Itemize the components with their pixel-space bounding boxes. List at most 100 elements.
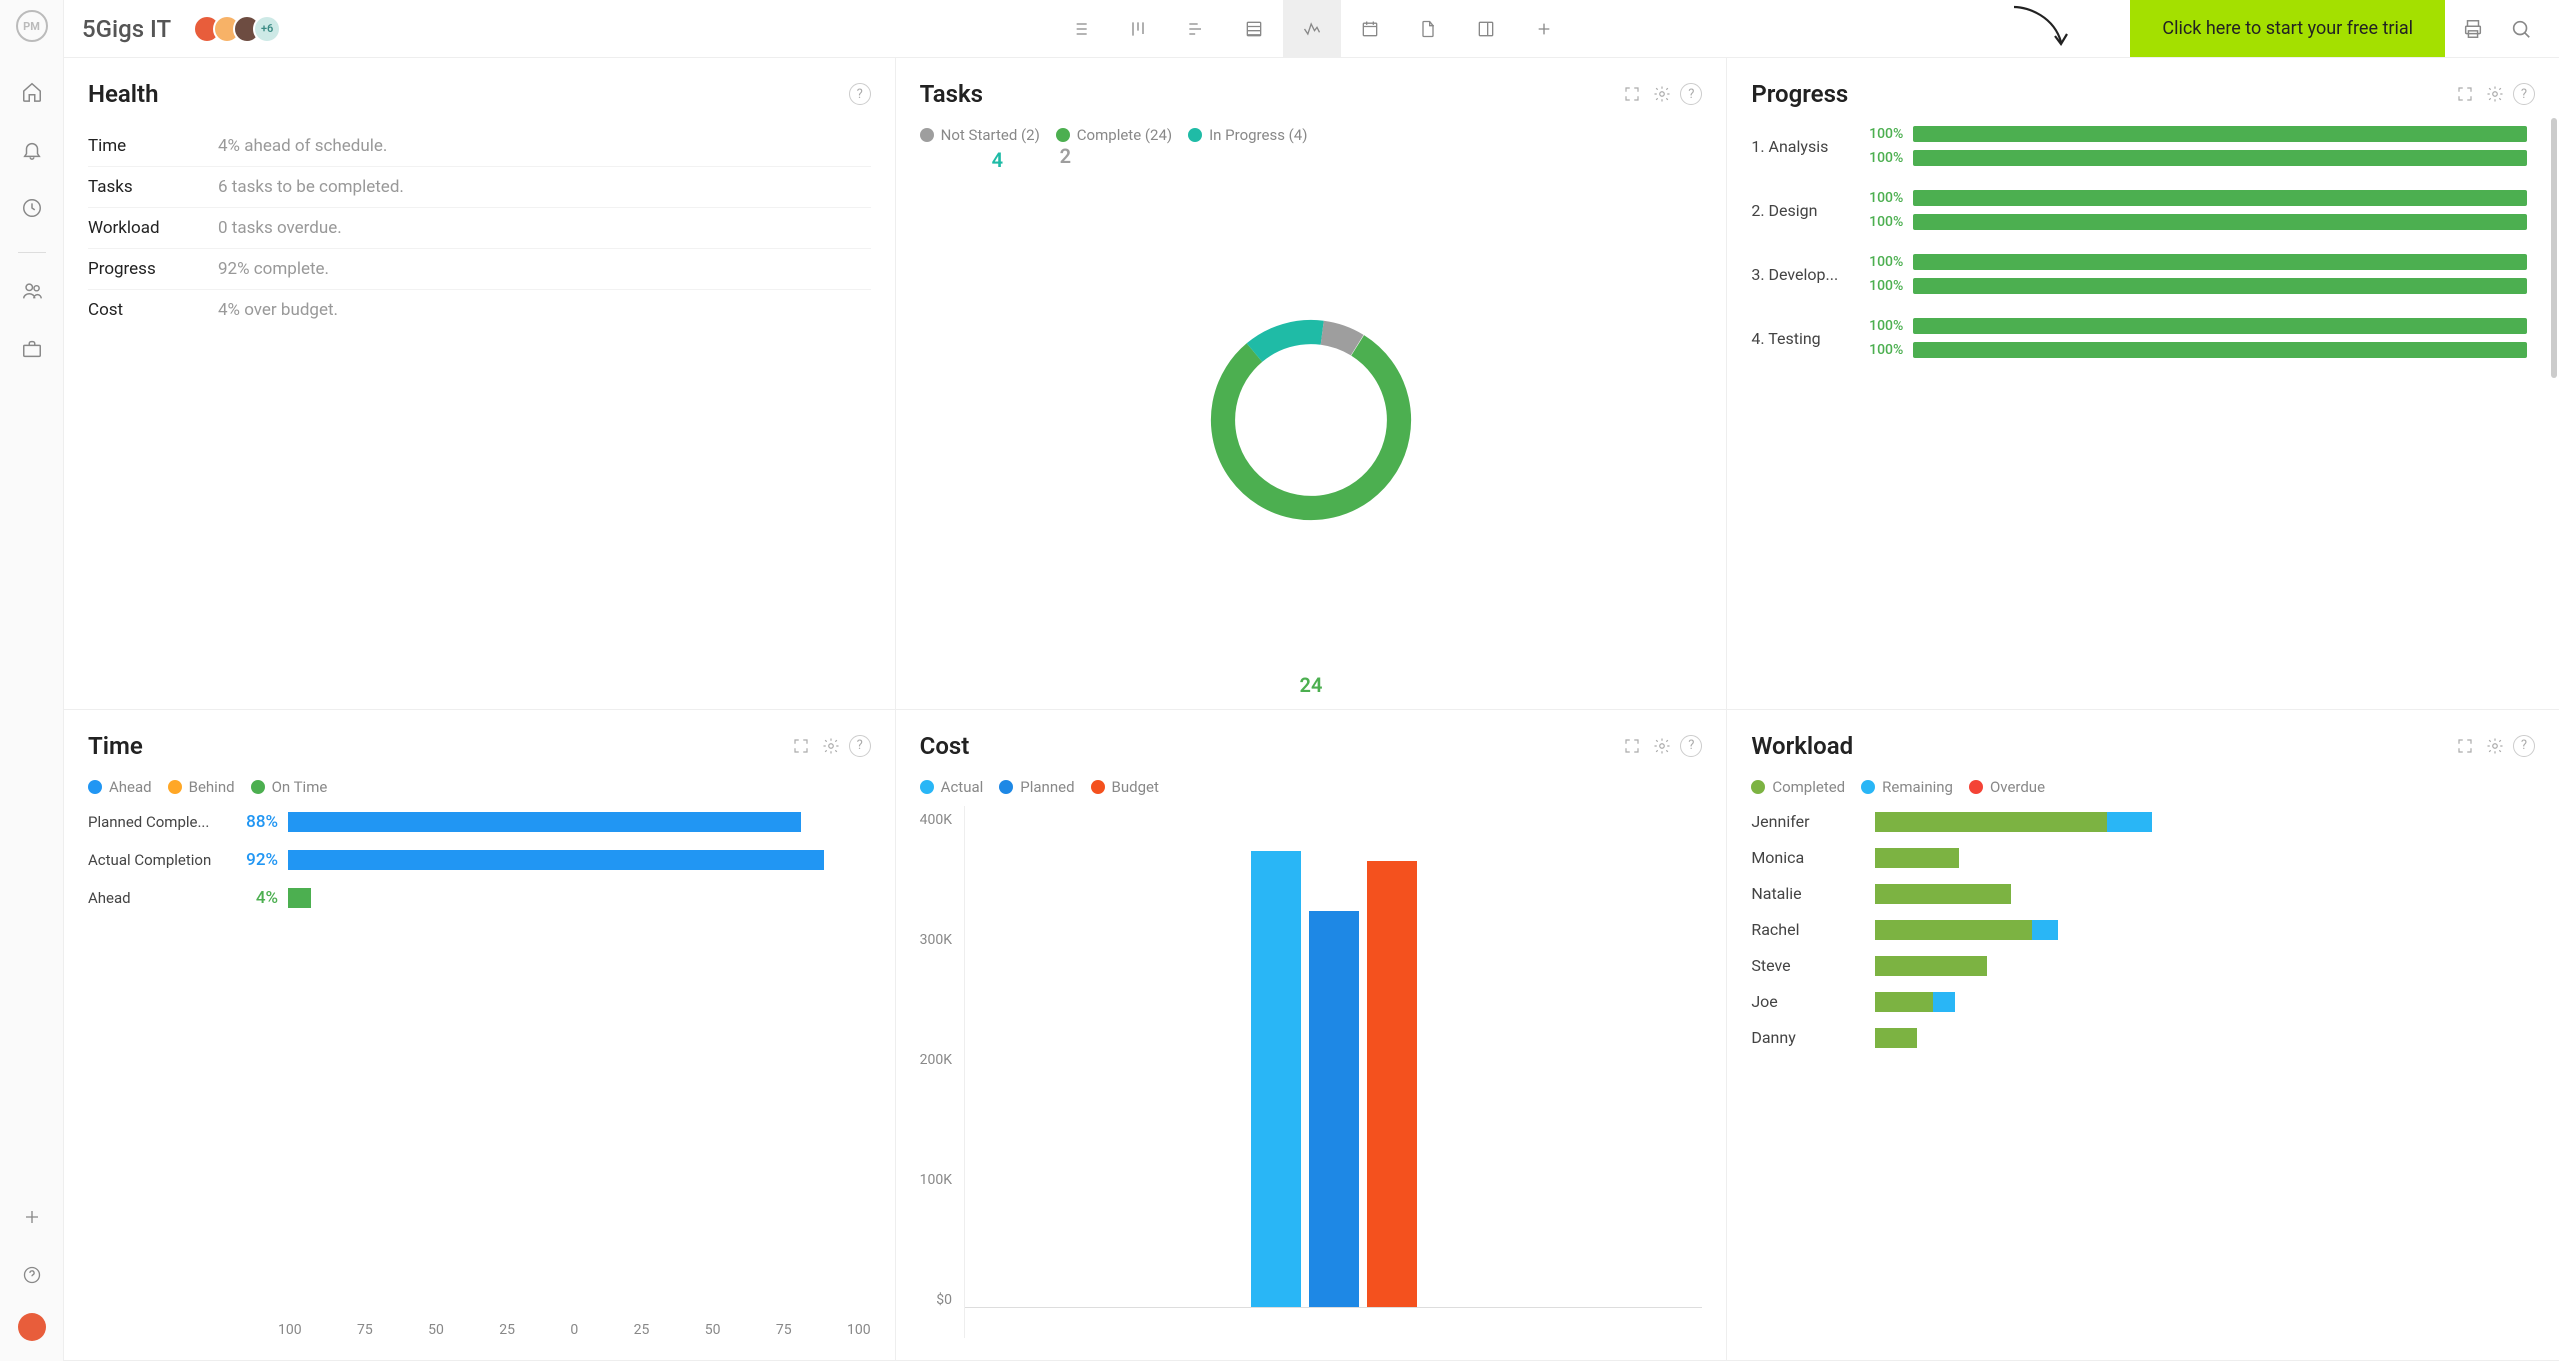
legend-item[interactable]: In Progress (4) [1188, 126, 1307, 144]
briefcase-icon[interactable] [12, 329, 52, 369]
info-icon[interactable]: ? [849, 83, 871, 105]
health-value: 4% over budget. [218, 300, 338, 320]
info-icon[interactable]: ? [1680, 735, 1702, 757]
panel-title: Cost [920, 732, 970, 760]
legend-label: Remaining [1882, 778, 1953, 796]
gear-icon[interactable] [1650, 82, 1674, 106]
info-icon[interactable]: ? [849, 735, 871, 757]
health-row: Time4% ahead of schedule. [88, 126, 871, 167]
gear-icon[interactable] [1650, 734, 1674, 758]
gear-icon[interactable] [2483, 82, 2507, 106]
legend-label: Planned [1020, 778, 1074, 796]
legend-item[interactable]: Not Started (2) [920, 126, 1040, 144]
add-view-icon[interactable] [1515, 0, 1573, 58]
add-icon[interactable] [12, 1197, 52, 1237]
print-icon[interactable] [2453, 9, 2493, 49]
clock-icon[interactable] [12, 188, 52, 228]
gear-icon[interactable] [2483, 734, 2507, 758]
progress-pct: 100% [1861, 254, 1903, 270]
list-view-icon[interactable] [1051, 0, 1109, 58]
legend-item[interactable]: Budget [1091, 778, 1159, 796]
axis-tick: 100 [278, 1322, 302, 1338]
axis-tick: 0 [570, 1322, 578, 1338]
people-icon[interactable] [12, 271, 52, 311]
scrollbar[interactable] [2551, 118, 2557, 378]
expand-icon[interactable] [1620, 734, 1644, 758]
workload-seg-completed [1875, 848, 1958, 868]
axis-tick: $0 [920, 1292, 952, 1308]
workload-name: Steve [1751, 956, 1861, 975]
cost-bar-planned [1309, 911, 1359, 1308]
sheet-view-icon[interactable] [1225, 0, 1283, 58]
bell-icon[interactable] [12, 130, 52, 170]
progress-bar [1913, 150, 2527, 166]
cost-bar-actual [1251, 851, 1301, 1308]
time-row-value: 88% [228, 812, 278, 832]
left-sidebar: PM [0, 0, 64, 1361]
info-icon[interactable]: ? [1680, 83, 1702, 105]
board-view-icon[interactable] [1109, 0, 1167, 58]
legend-item[interactable]: Actual [920, 778, 984, 796]
expand-icon[interactable] [2453, 734, 2477, 758]
time-bar [288, 888, 311, 908]
home-icon[interactable] [12, 72, 52, 112]
help-icon[interactable] [12, 1255, 52, 1295]
cta-banner[interactable]: Click here to start your free trial [2130, 0, 2445, 57]
app-logo[interactable]: PM [16, 10, 48, 42]
info-icon[interactable]: ? [2513, 735, 2535, 757]
expand-icon[interactable] [1620, 82, 1644, 106]
avatar-more-count[interactable]: +6 [253, 15, 281, 43]
workload-seg-completed [1875, 956, 1987, 976]
health-row: Workload0 tasks overdue. [88, 208, 871, 249]
user-avatar[interactable] [18, 1313, 46, 1341]
axis-tick: 75 [776, 1322, 792, 1338]
progress-pct: 100% [1861, 278, 1903, 294]
legend-item[interactable]: Ahead [88, 778, 152, 796]
tasks-donut: 4 2 24 [920, 154, 1703, 687]
legend-item[interactable]: Completed [1751, 778, 1845, 796]
cost-bar-budget [1367, 861, 1417, 1308]
gear-icon[interactable] [819, 734, 843, 758]
axis-tick: 100K [920, 1172, 952, 1188]
expand-icon[interactable] [2453, 82, 2477, 106]
cost-panel: Cost ? ActualPlannedBudget 400K300K200K1… [896, 710, 1728, 1361]
info-icon[interactable]: ? [2513, 83, 2535, 105]
progress-pct: 100% [1861, 190, 1903, 206]
calendar-view-icon[interactable] [1341, 0, 1399, 58]
axis-tick: 50 [705, 1322, 721, 1338]
workload-name: Joe [1751, 992, 1861, 1011]
legend-item[interactable]: Behind [168, 778, 235, 796]
health-label: Tasks [88, 177, 218, 197]
file-view-icon[interactable] [1399, 0, 1457, 58]
health-label: Time [88, 136, 218, 156]
progress-bar [1913, 254, 2527, 270]
view-switcher [1051, 0, 1573, 58]
legend-item[interactable]: Planned [999, 778, 1074, 796]
avatar-stack[interactable]: +6 [193, 15, 281, 43]
panel-view-icon[interactable] [1457, 0, 1515, 58]
dashboard-view-icon[interactable] [1283, 0, 1341, 58]
time-row-value: 4% [228, 888, 278, 908]
expand-icon[interactable] [789, 734, 813, 758]
legend-item[interactable]: On Time [251, 778, 328, 796]
legend-item[interactable]: Remaining [1861, 778, 1953, 796]
gantt-view-icon[interactable] [1167, 0, 1225, 58]
progress-bar [1913, 318, 2527, 334]
workload-seg-remaining [2032, 920, 2058, 940]
workload-seg-completed [1875, 1028, 1917, 1048]
legend-item[interactable]: Complete (24) [1056, 126, 1172, 144]
axis-tick: 75 [357, 1322, 373, 1338]
time-bar-track [288, 888, 871, 908]
legend-item[interactable]: Overdue [1969, 778, 2045, 796]
legend-dot-icon [1188, 128, 1202, 142]
legend-dot-icon [251, 780, 265, 794]
workload-row: Natalie [1751, 884, 2535, 904]
progress-row: 2. Design 100% 100% [1751, 190, 2527, 230]
panel-title: Progress [1751, 80, 1848, 108]
progress-pct: 100% [1861, 214, 1903, 230]
panel-title: Workload [1751, 732, 1853, 760]
time-row: Ahead 4% [88, 888, 871, 908]
axis-tick: 100 [847, 1322, 871, 1338]
search-icon[interactable] [2501, 9, 2541, 49]
health-value: 4% ahead of schedule. [218, 136, 387, 156]
